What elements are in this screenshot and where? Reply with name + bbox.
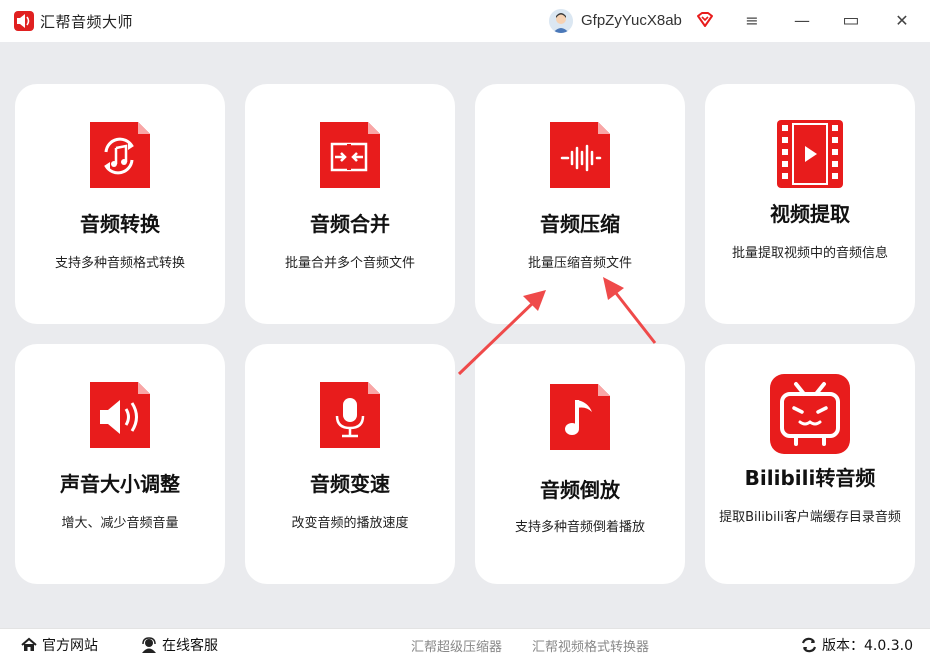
music-note-icon bbox=[548, 384, 612, 452]
super-compressor-link[interactable]: 汇帮超级压缩器 bbox=[411, 636, 502, 655]
card-desc: 支持多种音频倒着播放 bbox=[514, 520, 645, 535]
card-desc: 改变音频的播放速度 bbox=[291, 516, 409, 531]
card-title: 音频转换 bbox=[80, 212, 160, 236]
refresh-icon bbox=[801, 637, 817, 653]
card-title: 音频压缩 bbox=[540, 212, 620, 236]
card-title: 音频合并 bbox=[310, 212, 390, 236]
card-audio-convert[interactable]: 音频转换 支持多种音频格式转换 bbox=[15, 84, 225, 324]
version-info[interactable]: 版本：4.0.3.0 bbox=[800, 635, 913, 655]
card-audio-compress[interactable]: 音频压缩 批量压缩音频文件 bbox=[475, 84, 685, 324]
card-bilibili-audio[interactable]: Bilibili转音频 提取Bilibili客户端缓存目录音频 bbox=[705, 344, 915, 584]
card-audio-merge[interactable]: 音频合并 批量合并多个音频文件 bbox=[245, 84, 455, 324]
card-title: 音频倒放 bbox=[540, 478, 620, 502]
card-title: 声音大小调整 bbox=[60, 472, 180, 496]
card-desc: 批量合并多个音频文件 bbox=[284, 256, 415, 271]
menu-icon[interactable]: ≡ bbox=[741, 10, 763, 32]
username[interactable]: GfpZyYucX8ab bbox=[581, 12, 682, 29]
vip-diamond-icon[interactable] bbox=[695, 10, 715, 30]
card-desc: 支持多种音频格式转换 bbox=[54, 256, 185, 271]
footer-bar: 官方网站 在线客服 汇帮超级压缩器 汇帮视频格式转换器 版本：4.0.3.0 bbox=[0, 628, 930, 660]
online-support-link[interactable]: 在线客服 bbox=[140, 635, 218, 655]
version-label: 版本：4.0.3.0 bbox=[822, 638, 913, 654]
avatar[interactable] bbox=[549, 9, 573, 33]
card-audio-reverse[interactable]: 音频倒放 支持多种音频倒着播放 bbox=[475, 344, 685, 584]
card-video-extract[interactable]: 视频提取 批量提取视频中的音频信息 bbox=[705, 84, 915, 324]
audio-merge-icon bbox=[318, 122, 382, 190]
official-website-link[interactable]: 官方网站 bbox=[20, 635, 98, 655]
card-desc: 批量提取视频中的音频信息 bbox=[731, 246, 888, 261]
card-title: 视频提取 bbox=[770, 202, 850, 226]
minimize-button[interactable]: — bbox=[791, 10, 813, 32]
volume-adjust-icon bbox=[88, 382, 152, 450]
video-extract-icon bbox=[775, 118, 845, 190]
online-support-label: 在线客服 bbox=[162, 638, 218, 654]
app-title: 汇帮音频大师 bbox=[40, 13, 134, 31]
maximize-button[interactable]: ▭ bbox=[840, 10, 862, 32]
card-desc: 增大、减少音频音量 bbox=[61, 516, 179, 531]
official-website-label: 官方网站 bbox=[42, 638, 98, 654]
video-converter-link[interactable]: 汇帮视频格式转换器 bbox=[532, 636, 649, 655]
card-title: Bilibili转音频 bbox=[744, 466, 876, 490]
card-title: 音频变速 bbox=[310, 472, 390, 496]
audio-convert-icon bbox=[88, 122, 152, 190]
card-volume-adjust[interactable]: 声音大小调整 增大、减少音频音量 bbox=[15, 344, 225, 584]
title-bar: 汇帮音频大师 GfpZyYucX8ab ≡ — ▭ ✕ bbox=[0, 0, 930, 42]
audio-compress-icon bbox=[548, 122, 612, 190]
home-icon bbox=[21, 637, 37, 651]
bilibili-tv-icon bbox=[770, 374, 850, 454]
card-audio-speed[interactable]: 音频变速 改变音频的播放速度 bbox=[245, 344, 455, 584]
close-button[interactable]: ✕ bbox=[891, 10, 913, 32]
microphone-icon bbox=[318, 382, 382, 450]
app-logo-icon bbox=[14, 11, 34, 31]
headset-icon bbox=[142, 637, 156, 653]
card-desc: 批量压缩音频文件 bbox=[527, 256, 632, 271]
card-desc: 提取Bilibili客户端缓存目录音频 bbox=[719, 510, 901, 525]
